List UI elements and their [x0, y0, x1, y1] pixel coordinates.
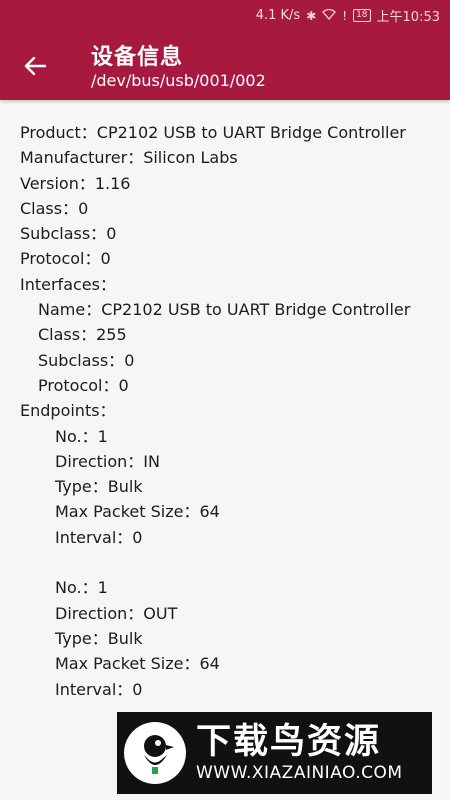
subclass-row: Subclass0 — [20, 221, 440, 246]
alert-icon: ! — [342, 8, 348, 23]
endpoint-interval-row: Interval0 — [20, 677, 440, 702]
app-bar: 设备信息 /dev/bus/usb/001/002 — [0, 31, 450, 100]
status-bar: 4.1 K/s ✱ ! 18 上午10:53 — [0, 0, 450, 31]
endpoint-direction-row: DirectionOUT — [20, 601, 440, 626]
endpoint-no-row: No.1 — [20, 575, 440, 600]
page-title: 设备信息 — [91, 45, 184, 70]
endpoint-max-packet-row: Max Packet Size64 — [20, 499, 440, 524]
interface-name-row: NameCP2102 USB to UART Bridge Controller — [20, 297, 440, 322]
endpoint-block: No.1 DirectionOUT TypeBulk Max Packet Si… — [20, 575, 440, 701]
bluetooth-icon: ✱ — [306, 8, 317, 23]
interface-subclass-row: Subclass0 — [20, 348, 440, 373]
endpoint-interval-row: Interval0 — [20, 525, 440, 550]
bird-logo-icon — [124, 722, 186, 784]
endpoint-type-row: TypeBulk — [20, 474, 440, 499]
endpoint-direction-row: DirectionIN — [20, 449, 440, 474]
manufacturer-row: ManufacturerSilicon Labs — [20, 145, 440, 170]
watermark-title: 下载鸟资源 — [196, 722, 382, 762]
interface-class-row: Class255 — [20, 322, 440, 347]
battery-icon: 18 — [353, 9, 371, 22]
version-row: Version1.16 — [20, 171, 440, 196]
network-speed: 4.1 K/s — [255, 8, 301, 23]
watermark-url: WWW.XIAZAINIAO.COM — [196, 763, 403, 783]
endpoint-type-row: TypeBulk — [20, 626, 440, 651]
interface-protocol-row: Protocol0 — [20, 373, 440, 398]
interfaces-heading: Interfaces： — [20, 274, 116, 294]
device-info: ProductCP2102 USB to UART Bridge Control… — [20, 120, 440, 702]
device-path: /dev/bus/usb/001/002 — [91, 71, 266, 90]
arrow-left-icon[interactable] — [20, 51, 50, 81]
endpoint-no-row: No.1 — [20, 424, 440, 449]
endpoint-block: No.1 DirectionIN TypeBulk Max Packet Siz… — [20, 424, 440, 550]
product-row: ProductCP2102 USB to UART Bridge Control… — [20, 120, 440, 145]
wifi-icon — [322, 8, 337, 22]
watermark-text: 下载鸟资源 WWW.XIAZAINIAO.COM — [196, 722, 403, 784]
endpoint-max-packet-row: Max Packet Size64 — [20, 651, 440, 676]
endpoints-heading: Endpoints： — [20, 401, 116, 421]
watermark-banner: 下载鸟资源 WWW.XIAZAINIAO.COM — [117, 712, 432, 794]
protocol-row: Protocol0 — [20, 246, 440, 271]
clock: 上午10:53 — [376, 10, 440, 25]
class-row: Class0 — [20, 196, 440, 221]
